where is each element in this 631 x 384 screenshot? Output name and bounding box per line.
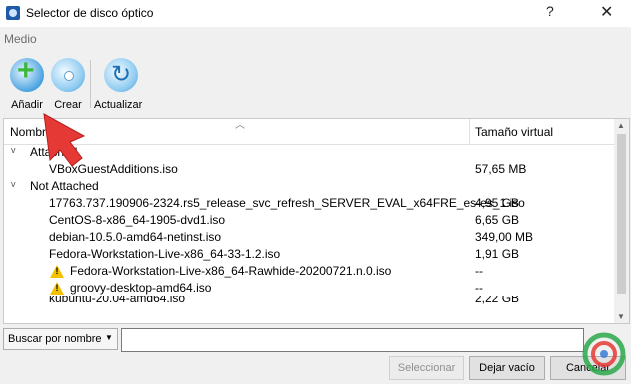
select-button[interactable]: Seleccionar — [389, 356, 464, 380]
list-item[interactable]: kubuntu-20.04-amd64.iso 2,22 GB — [4, 296, 614, 306]
refresh-button[interactable]: Actualizar — [94, 58, 142, 111]
list-item[interactable]: ! groovy-desktop-amd64.iso -- — [4, 279, 614, 297]
list-item[interactable]: 17763.737.190906-2324.rs5_release_svc_re… — [4, 194, 614, 212]
watermark-logo-icon — [582, 332, 626, 376]
disk-name: CentOS-8-x86_64-1905-dvd1.iso — [49, 213, 226, 227]
list-item[interactable]: CentOS-8-x86_64-1905-dvd1.iso 6,65 GB — [4, 211, 614, 229]
disk-tree[interactable]: ︿ Nombre Tamaño virtual v Attached VBoxG… — [3, 118, 630, 324]
list-item[interactable]: Fedora-Workstation-Live-x86_64-33-1.2.is… — [4, 245, 614, 263]
add-button[interactable]: Añadir — [10, 54, 44, 111]
disk-size: -- — [475, 264, 483, 278]
toolbar: Añadir Crear Actualizar — [0, 50, 631, 116]
chevron-down-icon: v — [11, 145, 16, 155]
vertical-scrollbar[interactable]: ▲ ▼ — [614, 119, 629, 323]
virtualbox-app-icon — [6, 6, 20, 20]
scroll-down-icon[interactable]: ▼ — [617, 312, 625, 321]
add-label: Añadir — [11, 99, 43, 111]
disk-size: 1,91 GB — [475, 247, 520, 261]
disk-name: Fedora-Workstation-Live-x86_64-33-1.2.is… — [49, 247, 281, 261]
group-label: Attached — [30, 145, 78, 159]
menu-medio[interactable]: Medio — [4, 32, 37, 46]
create-disc-icon — [51, 58, 85, 92]
scroll-up-icon[interactable]: ▲ — [617, 121, 625, 130]
disk-name: Fedora-Workstation-Live-x86_64-Rawhide-2… — [70, 264, 392, 278]
search-mode-select[interactable]: Buscar por nombre ▼ — [3, 328, 118, 350]
column-header-size[interactable]: Tamaño virtual — [475, 125, 553, 139]
warning-icon-mark: ! — [55, 266, 59, 276]
disk-size: 349,00 MB — [475, 230, 534, 244]
disk-name: debian-10.5.0-amd64-netinst.iso — [49, 230, 222, 244]
menu-bar: Medio — [0, 27, 631, 49]
refresh-label: Actualizar — [94, 99, 143, 111]
disk-size: 6,65 GB — [475, 213, 520, 227]
scrollbar-thumb[interactable] — [617, 134, 626, 294]
disk-name: groovy-desktop-amd64.iso — [70, 281, 212, 295]
create-label: Crear — [54, 99, 82, 111]
toolbar-separator — [90, 60, 91, 108]
create-button[interactable]: Crear — [51, 58, 85, 111]
column-divider — [469, 119, 470, 144]
list-item[interactable]: VBoxGuestAdditions.iso 57,65 MB — [4, 160, 614, 178]
add-disc-icon — [10, 54, 44, 92]
title-bar: Selector de disco óptico ? ✕ — [0, 0, 631, 27]
search-input[interactable] — [121, 328, 584, 352]
window-title: Selector de disco óptico — [26, 6, 154, 20]
close-button[interactable]: ✕ — [600, 2, 613, 22]
disk-name: 17763.737.190906-2324.rs5_release_svc_re… — [49, 196, 525, 210]
chevron-down-icon: ▼ — [105, 333, 113, 342]
disk-name: VBoxGuestAdditions.iso — [49, 162, 178, 176]
leave-empty-button[interactable]: Dejar vacío — [469, 356, 545, 380]
warning-icon-mark: ! — [55, 283, 59, 293]
group-row-not-attached[interactable]: v Not Attached — [4, 177, 614, 195]
column-header-name[interactable]: Nombre — [10, 125, 53, 139]
group-row-attached[interactable]: v Attached — [4, 143, 614, 161]
chevron-down-icon: v — [11, 179, 16, 189]
table-header: ︿ Nombre Tamaño virtual — [4, 119, 614, 145]
group-label: Not Attached — [30, 179, 99, 193]
search-bar: Buscar por nombre ▼ — [3, 328, 628, 352]
sort-indicator-icon: ︿ — [235, 120, 245, 131]
list-item[interactable]: ! Fedora-Workstation-Live-x86_64-Rawhide… — [4, 262, 614, 280]
disk-size: 2,22 GB — [475, 296, 520, 305]
disk-name: kubuntu-20.04-amd64.iso — [49, 296, 186, 305]
refresh-icon — [104, 58, 138, 92]
disk-size: 4,95 GB — [475, 196, 520, 210]
list-item[interactable]: debian-10.5.0-amd64-netinst.iso 349,00 M… — [4, 228, 614, 246]
help-button[interactable]: ? — [546, 3, 554, 19]
search-mode-label: Buscar por nombre — [8, 333, 102, 345]
disk-size: -- — [475, 281, 483, 295]
disk-size: 57,65 MB — [475, 162, 527, 176]
